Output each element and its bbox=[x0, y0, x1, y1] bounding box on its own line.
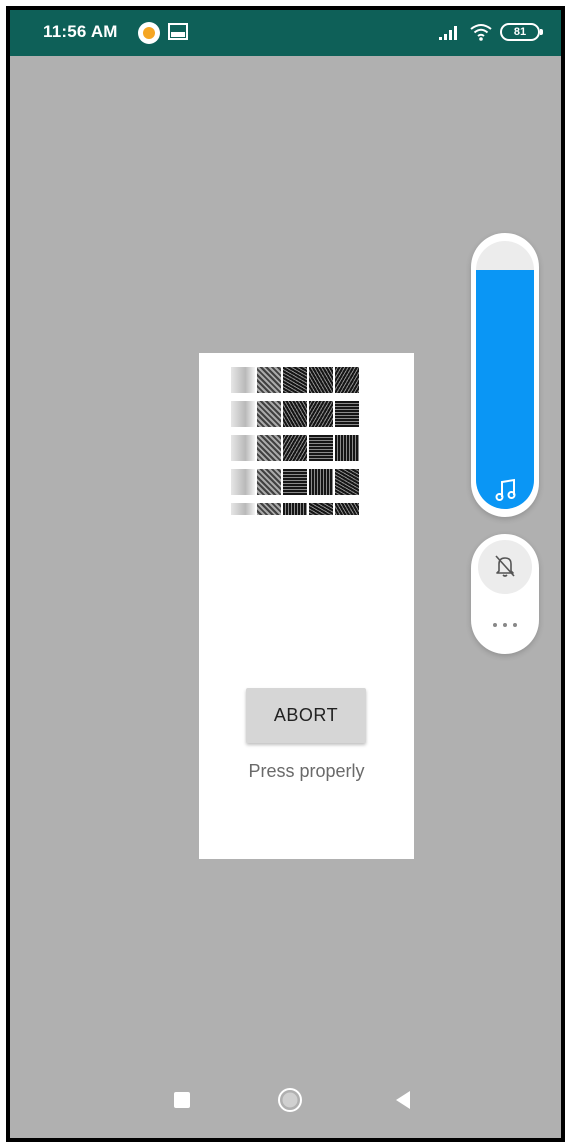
fingerprint-tile bbox=[257, 469, 281, 495]
fingerprint-scan-image bbox=[231, 367, 361, 515]
media-volume-slider[interactable] bbox=[471, 233, 539, 517]
fingerprint-tile bbox=[309, 401, 333, 427]
fingerprint-dialog: ABORT Press properly bbox=[199, 353, 414, 859]
wifi-icon bbox=[470, 24, 492, 41]
fingerprint-tile bbox=[335, 435, 359, 461]
volume-controls bbox=[471, 534, 539, 654]
app-notification-icon bbox=[138, 22, 160, 44]
signal-icon bbox=[439, 26, 457, 40]
fingerprint-tile bbox=[283, 401, 307, 427]
fingerprint-tile bbox=[335, 401, 359, 427]
volume-track[interactable] bbox=[476, 241, 534, 509]
fingerprint-tile bbox=[283, 435, 307, 461]
fingerprint-tile bbox=[257, 503, 281, 515]
battery-icon: 81 bbox=[500, 23, 543, 41]
status-time: 11:56 AM bbox=[43, 22, 118, 41]
fingerprint-tile bbox=[283, 503, 307, 515]
home-icon[interactable] bbox=[277, 1087, 303, 1113]
fingerprint-tile bbox=[309, 469, 333, 495]
fingerprint-tile bbox=[335, 469, 359, 495]
status-bar: 11:56 AM 81 bbox=[10, 10, 561, 56]
more-options-button[interactable] bbox=[485, 610, 525, 640]
volume-fill bbox=[476, 270, 534, 509]
fingerprint-tile bbox=[231, 435, 255, 461]
fingerprint-tile bbox=[309, 435, 333, 461]
fingerprint-tile bbox=[231, 469, 255, 495]
recents-icon[interactable] bbox=[174, 1092, 190, 1108]
image-icon bbox=[168, 23, 188, 40]
fingerprint-tile bbox=[231, 503, 255, 515]
fingerprint-tile bbox=[257, 367, 281, 393]
fingerprint-tile bbox=[257, 435, 281, 461]
fingerprint-tile bbox=[257, 401, 281, 427]
more-icon bbox=[493, 623, 517, 627]
fingerprint-tile bbox=[309, 367, 333, 393]
phone-screen: 11:56 AM 81 ABORT Press properly bbox=[6, 6, 565, 1142]
fingerprint-tile bbox=[231, 401, 255, 427]
status-message: Press properly bbox=[248, 761, 365, 781]
fingerprint-tile bbox=[231, 367, 255, 393]
bell-off-icon bbox=[495, 555, 515, 577]
ringer-mode-button[interactable] bbox=[478, 540, 532, 594]
fingerprint-tile bbox=[283, 469, 307, 495]
back-icon[interactable] bbox=[394, 1089, 412, 1111]
fingerprint-tile bbox=[283, 367, 307, 393]
fingerprint-tile bbox=[309, 503, 333, 515]
fingerprint-tile bbox=[335, 503, 359, 515]
fingerprint-tile bbox=[335, 367, 359, 393]
music-note-icon bbox=[495, 478, 516, 501]
abort-button[interactable]: ABORT bbox=[246, 688, 366, 743]
